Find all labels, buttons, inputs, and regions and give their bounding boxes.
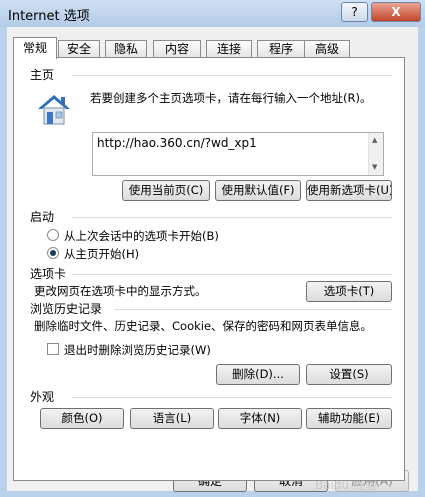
home-description: 若要创建多个主页选项卡，请在每行输入一个地址(R)。	[90, 91, 372, 105]
history-heading: 浏览历史记录	[30, 300, 107, 317]
dialog-client: 常规 安全 隐私 内容 连接 程序 高级 主页 若要创建多个主页选项卡，请在每行…	[7, 27, 418, 492]
tab-general[interactable]: 常规	[13, 37, 57, 59]
help-button[interactable]: ?	[341, 2, 368, 22]
close-button[interactable]: X	[371, 2, 421, 22]
accessibility-button[interactable]: 辅助功能(E)	[306, 408, 392, 429]
history-settings-button[interactable]: 设置(S)	[306, 364, 392, 385]
start-home-label: 从主页开始(H)	[64, 247, 140, 261]
tab-privacy[interactable]: 隐私	[105, 40, 147, 58]
startup-heading: 启动	[30, 208, 59, 225]
history-description: 删除临时文件、历史记录、Cookie、保存的密码和网页表单信息。	[34, 319, 373, 333]
appearance-divider	[72, 397, 392, 398]
delete-on-exit-label: 退出时删除浏览历史记录(W)	[64, 343, 211, 357]
scroll-down-icon[interactable]: ▼	[372, 163, 377, 171]
radio-start-home[interactable]	[47, 247, 59, 259]
fonts-button[interactable]: 字体(N)	[218, 408, 302, 429]
radio-start-last-session[interactable]	[47, 229, 59, 241]
scroll-up-icon[interactable]: ▲	[372, 136, 377, 144]
history-divider	[114, 309, 392, 310]
general-panel: 主页 若要创建多个主页选项卡，请在每行输入一个地址(R)。 http://hao…	[13, 57, 405, 481]
title-bar: Internet 选项 ? X	[0, 0, 425, 27]
startup-divider	[72, 217, 392, 218]
tabs-description: 更改网页在选项卡中的显示方式。	[34, 284, 207, 298]
tab-security[interactable]: 安全	[58, 40, 100, 58]
home-icon	[34, 90, 74, 130]
tab-programs[interactable]: 程序	[257, 40, 305, 58]
colors-button[interactable]: 颜色(O)	[40, 408, 124, 429]
use-current-button[interactable]: 使用当前页(C)	[122, 180, 210, 201]
tabs-heading: 选项卡	[30, 265, 71, 282]
tab-advanced[interactable]: 高级	[304, 40, 350, 58]
window-title: Internet 选项	[8, 9, 90, 24]
home-url-textarea[interactable]: http://hao.360.cn/?wd_xp1 ▲ ▼	[92, 132, 384, 176]
radio-selected-dot	[50, 250, 56, 256]
home-heading: 主页	[30, 66, 59, 83]
appearance-heading: 外观	[30, 388, 59, 405]
delete-on-exit-checkbox[interactable]	[47, 343, 59, 355]
tab-connections[interactable]: 连接	[206, 40, 252, 58]
start-last-session-label: 从上次会话中的选项卡开始(B)	[64, 229, 219, 243]
home-url-scrollbar[interactable]: ▲ ▼	[368, 133, 383, 175]
delete-history-button[interactable]: 删除(D)...	[216, 364, 300, 385]
languages-button[interactable]: 语言(L)	[130, 408, 214, 429]
home-url-value: http://hao.360.cn/?wd_xp1	[97, 136, 257, 150]
tabs-settings-button[interactable]: 选项卡(T)	[306, 281, 392, 302]
use-default-button[interactable]: 使用默认值(F)	[215, 180, 301, 201]
tabs-divider	[72, 274, 392, 275]
home-divider	[72, 75, 392, 76]
tab-content[interactable]: 内容	[153, 40, 201, 58]
use-new-tab-button[interactable]: 使用新选项卡(U)	[306, 180, 392, 201]
